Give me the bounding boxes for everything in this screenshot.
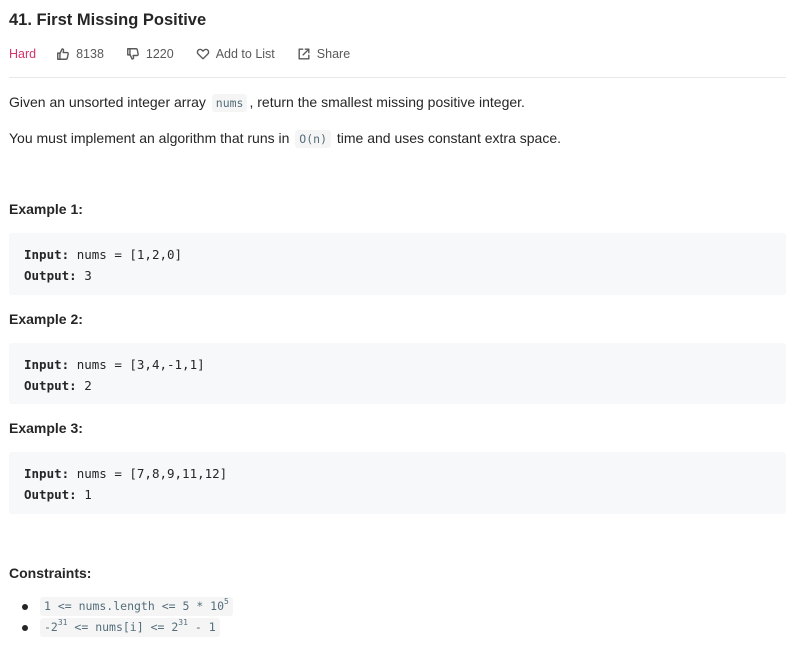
example-3-input: nums = [7,8,9,11,12] xyxy=(76,466,228,481)
like-count: 8138 xyxy=(76,47,104,61)
example-3-block: Input: nums = [7,8,9,11,12] Output: 1 xyxy=(9,452,786,514)
constraint-2-text: -2 xyxy=(44,620,58,634)
example-2-title: Example 2: xyxy=(9,311,83,327)
example-3-title: Example 3: xyxy=(9,420,83,436)
add-to-list-label: Add to List xyxy=(215,47,275,61)
share-icon xyxy=(298,48,310,60)
example-2-block: Input: nums = [3,4,-1,1] Output: 2 xyxy=(9,343,786,404)
constraint-1-code: 1 <= nums.length <= 5 * 105 xyxy=(40,597,233,616)
constraint-1-exponent: 5 xyxy=(224,597,229,606)
description-paragraph-2: You must implement an algorithm that run… xyxy=(9,130,562,148)
heart-icon xyxy=(196,48,210,60)
share-button[interactable]: Share xyxy=(297,47,350,61)
dislike-count: 1220 xyxy=(145,47,174,61)
example-2-output: 2 xyxy=(84,378,92,393)
output-label: Output: xyxy=(24,487,77,502)
problem-title: 41. First Missing Positive xyxy=(9,11,207,29)
constraint-2-code: -231 <= nums[i] <= 231 - 1 xyxy=(40,618,220,637)
output-label: Output: xyxy=(24,378,77,393)
description-paragraph-1: Given an unsorted integer array nums, re… xyxy=(9,94,525,112)
thumbs-up-icon xyxy=(57,48,69,60)
example-1-output-line: Output: 3 xyxy=(24,265,771,286)
share-label: Share xyxy=(316,47,351,61)
example-1-block: Input: nums = [1,2,0] Output: 3 xyxy=(9,233,786,295)
example-1-input: nums = [1,2,0] xyxy=(76,247,183,262)
problem-meta-bar: Hard 8138 1220 Add to List Share xyxy=(9,45,372,63)
add-to-list-button[interactable]: Add to List xyxy=(196,47,275,61)
description-text: , return the smallest missing positive i… xyxy=(249,94,525,110)
constraint-2-exponent: 31 xyxy=(178,618,188,627)
example-1-title: Example 1: xyxy=(9,201,83,217)
dislike-button[interactable]: 1220 xyxy=(126,47,174,61)
description-text: time and uses constant extra space. xyxy=(336,130,562,146)
constraint-1-text: 1 <= nums.length <= 5 * 10 xyxy=(44,599,225,613)
example-2-output-line: Output: 2 xyxy=(24,375,771,396)
example-3-input-line: Input: nums = [7,8,9,11,12] xyxy=(24,463,771,484)
difficulty-badge: Hard xyxy=(9,47,37,61)
example-3-output-line: Output: 1 xyxy=(24,484,771,505)
bullet-icon xyxy=(22,604,28,610)
constraint-2-text: - 1 xyxy=(187,620,216,634)
example-1-input-line: Input: nums = [1,2,0] xyxy=(24,244,771,265)
example-3-output: 1 xyxy=(84,487,92,502)
example-2-input-line: Input: nums = [3,4,-1,1] xyxy=(24,354,771,375)
constraint-2-exponent: 31 xyxy=(57,618,68,627)
description-text: You must implement an algorithm that run… xyxy=(9,130,290,146)
thumbs-down-icon xyxy=(126,48,139,60)
description-text: Given an unsorted integer array xyxy=(9,94,206,110)
bullet-icon xyxy=(22,625,28,631)
output-label: Output: xyxy=(24,268,77,283)
inline-code-complexity: O(n) xyxy=(295,130,331,148)
input-label: Input: xyxy=(24,247,70,262)
input-label: Input: xyxy=(24,357,70,372)
constraints-title: Constraints: xyxy=(9,565,92,581)
example-2-input: nums = [3,4,-1,1] xyxy=(76,357,205,372)
example-1-output: 3 xyxy=(84,268,92,283)
constraint-2-text: <= nums[i] <= 2 xyxy=(67,620,179,634)
input-label: Input: xyxy=(24,466,70,481)
inline-code-nums: nums xyxy=(211,94,248,112)
like-button[interactable]: 8138 xyxy=(56,47,104,61)
header-divider xyxy=(9,77,786,78)
